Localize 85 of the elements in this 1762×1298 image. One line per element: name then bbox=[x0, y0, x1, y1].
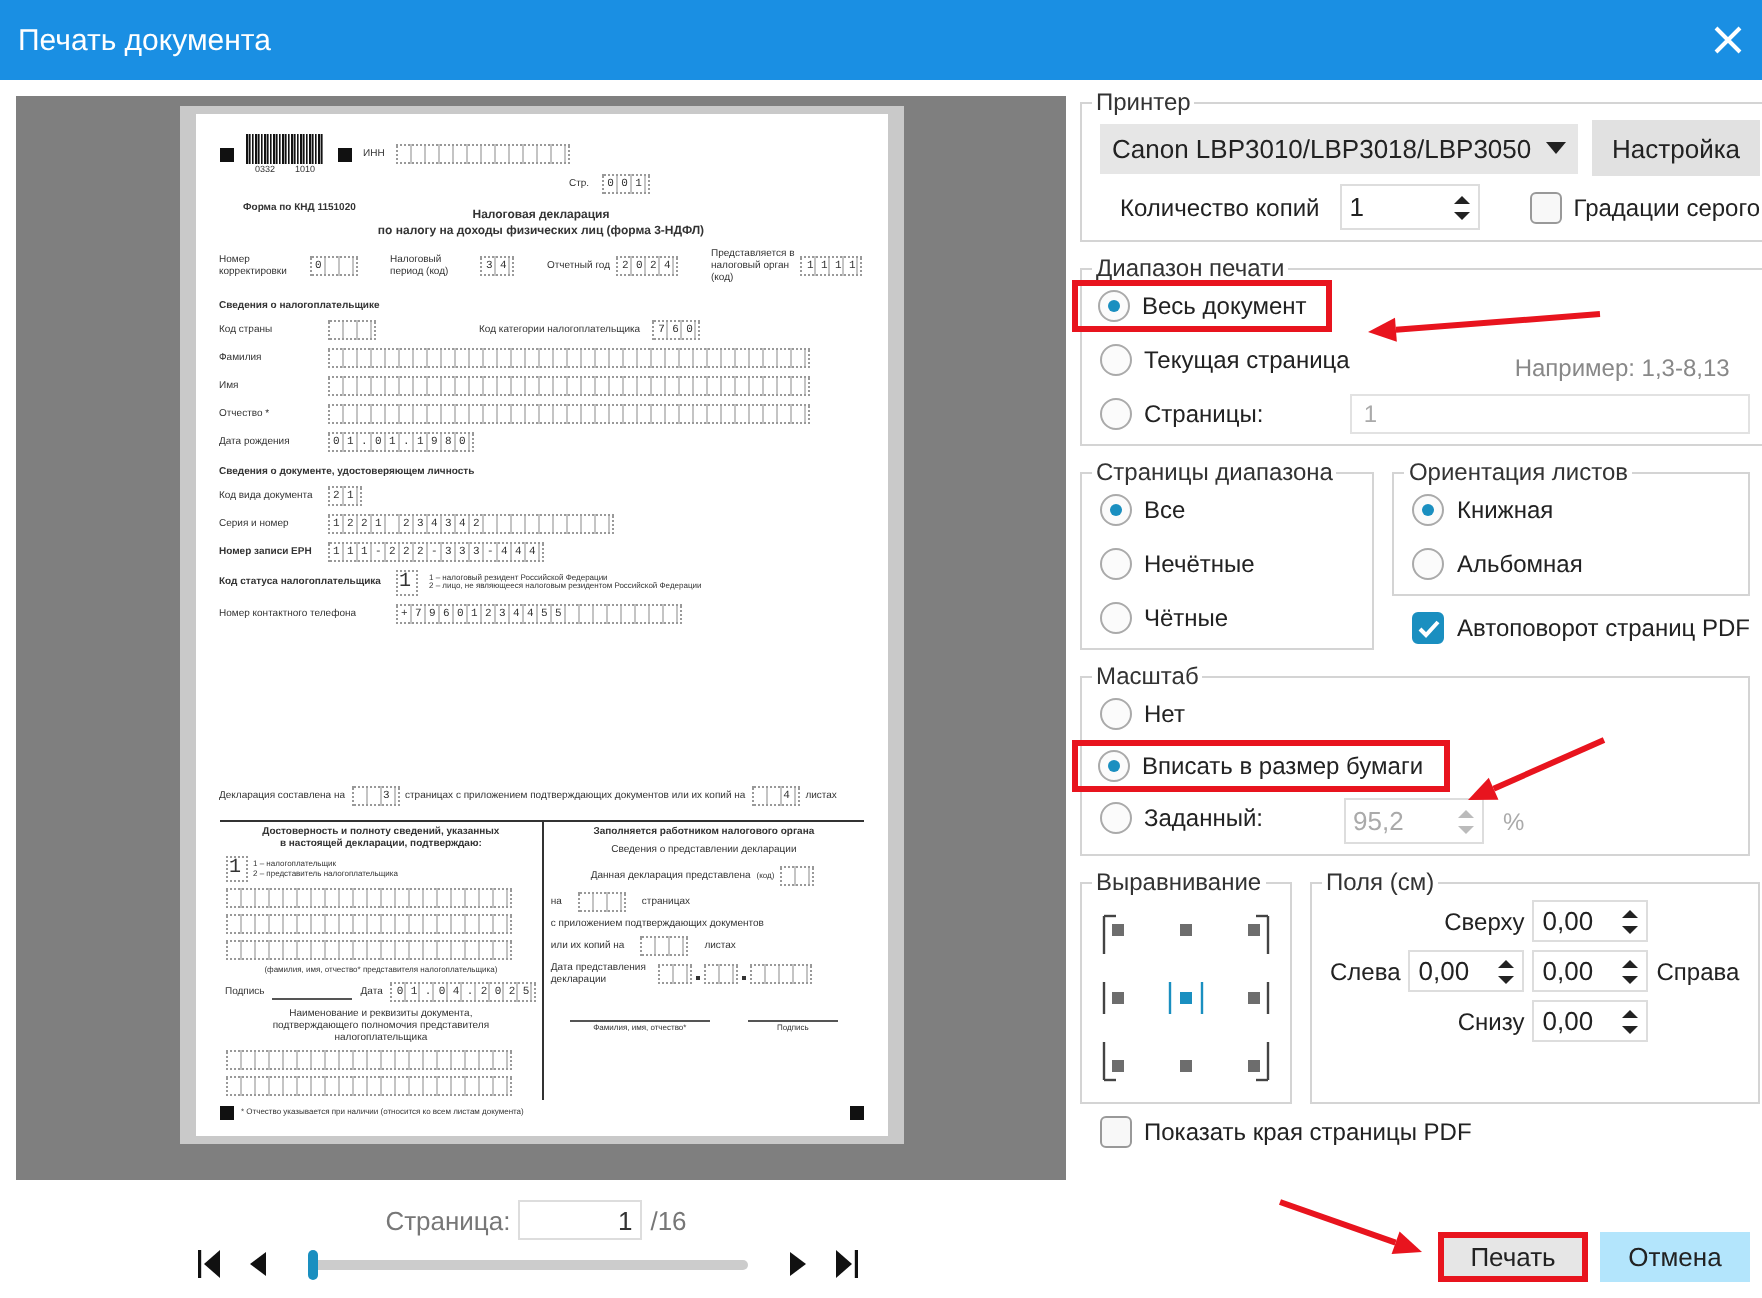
checkbox[interactable] bbox=[1100, 1116, 1132, 1148]
radio-option[interactable]: Текущая страница bbox=[1100, 340, 1350, 380]
group-title: Диапазон печати bbox=[1094, 254, 1287, 282]
radio-option[interactable]: Альбомная bbox=[1412, 544, 1583, 584]
group-title: Страницы диапазона bbox=[1094, 458, 1335, 486]
barcode-icon bbox=[245, 134, 325, 164]
field-label: Слева bbox=[1330, 957, 1401, 985]
group-title: Масштаб bbox=[1094, 662, 1201, 690]
radio-button[interactable] bbox=[1100, 802, 1132, 834]
radio-button[interactable] bbox=[1100, 698, 1132, 730]
radio-option[interactable]: Вписать в размер бумаги bbox=[1098, 746, 1424, 786]
form-field bbox=[703, 964, 738, 985]
spinner-arrows-icon bbox=[1457, 807, 1474, 835]
radio-button[interactable] bbox=[1412, 548, 1445, 580]
annotation-arrow bbox=[1279, 1199, 1422, 1254]
last-page-button[interactable] bbox=[832, 1248, 860, 1280]
printer-dropdown[interactable]: Canon LBP3010/LBP3018/LBP3050 bbox=[1100, 123, 1579, 173]
number-spinner[interactable]: 0,00 bbox=[1408, 950, 1525, 992]
corner-marker-icon bbox=[219, 147, 233, 162]
radio-button[interactable] bbox=[1098, 750, 1130, 782]
form-field bbox=[780, 866, 815, 887]
radio-option[interactable]: Страницы: bbox=[1100, 394, 1264, 434]
spinner-arrows-icon[interactable] bbox=[1622, 957, 1639, 985]
form-field bbox=[657, 964, 692, 985]
number-spinner[interactable]: 0,00 bbox=[1532, 900, 1649, 942]
radio-button[interactable] bbox=[1100, 548, 1132, 580]
slider-thumb[interactable] bbox=[308, 1249, 318, 1279]
checkbox-option[interactable]: Градации серого bbox=[1529, 191, 1761, 223]
setup-button[interactable]: Настройка bbox=[1592, 120, 1761, 176]
form-field bbox=[749, 964, 812, 985]
form-field: 1 bbox=[225, 856, 247, 883]
close-icon[interactable] bbox=[1714, 26, 1742, 54]
form-field bbox=[577, 892, 626, 913]
radio-option[interactable]: Весь документ bbox=[1098, 286, 1307, 326]
window-title: Печать документа bbox=[18, 23, 271, 57]
radio-option[interactable]: Все bbox=[1100, 490, 1186, 530]
form-field: 1 bbox=[395, 569, 417, 596]
first-page-button[interactable] bbox=[196, 1248, 224, 1280]
group-title: Принтер bbox=[1094, 88, 1193, 116]
group-title: Поля (см) bbox=[1324, 868, 1437, 896]
radio-option[interactable]: Нечётные bbox=[1100, 544, 1255, 584]
radio-button[interactable] bbox=[1100, 398, 1132, 430]
field-label: Количество копий bbox=[1120, 193, 1320, 221]
spinner-arrows-icon[interactable] bbox=[1622, 1007, 1639, 1035]
unit-label: % bbox=[1503, 807, 1525, 835]
spinner-arrows-icon[interactable] bbox=[1498, 957, 1515, 985]
spinner-arrows-icon[interactable] bbox=[1453, 193, 1470, 221]
radio-option[interactable]: Заданный: bbox=[1100, 798, 1264, 838]
radio-button[interactable] bbox=[1098, 290, 1130, 322]
page-label: Страница: bbox=[385, 1205, 511, 1235]
number-spinner: 95,2 bbox=[1343, 798, 1484, 844]
radio-option[interactable]: Книжная bbox=[1412, 490, 1554, 530]
caret-icon bbox=[1546, 142, 1567, 154]
corner-marker-icon bbox=[219, 1106, 233, 1120]
corner-marker-icon bbox=[849, 1106, 863, 1120]
number-spinner[interactable]: 1 bbox=[1339, 184, 1480, 230]
checkbox-option[interactable]: Показать края страницы PDF bbox=[1100, 1116, 1750, 1148]
page-slider[interactable] bbox=[308, 1249, 748, 1279]
radio-option[interactable]: Чётные bbox=[1100, 598, 1229, 638]
checkbox[interactable] bbox=[1529, 191, 1562, 223]
spinner-arrows-icon[interactable] bbox=[1622, 907, 1639, 935]
form-field bbox=[327, 319, 375, 340]
page-number-field[interactable]: 1 bbox=[518, 1200, 643, 1240]
radio-button[interactable] bbox=[1100, 602, 1132, 634]
print-button[interactable]: Печать bbox=[1438, 1232, 1588, 1282]
page-count: /16 bbox=[650, 1205, 687, 1235]
number-spinner[interactable]: 0,00 bbox=[1532, 950, 1649, 992]
group-title: Ориентация листов bbox=[1406, 458, 1631, 486]
radio-button[interactable] bbox=[1100, 344, 1132, 376]
pages-field: 1 bbox=[1349, 394, 1750, 434]
form-field bbox=[640, 936, 689, 957]
radio-option[interactable]: Нет bbox=[1100, 694, 1185, 734]
annotation-arrow bbox=[1468, 737, 1606, 800]
number-spinner[interactable]: 0,00 bbox=[1532, 1000, 1649, 1042]
checkbox-option[interactable]: Автоповорот страниц PDF bbox=[1412, 612, 1750, 644]
field-label: Сверху bbox=[1444, 907, 1525, 935]
cancel-button[interactable]: Отмена bbox=[1600, 1232, 1750, 1282]
group-title: Выравнивание bbox=[1094, 868, 1264, 896]
radio-button[interactable] bbox=[1100, 494, 1132, 526]
corner-marker-icon bbox=[337, 147, 351, 162]
radio-button[interactable] bbox=[1412, 494, 1445, 526]
field-label: Снизу bbox=[1457, 1007, 1525, 1035]
hint-text: Например: 1,3-8,13 bbox=[1514, 354, 1730, 382]
field-label: Справа bbox=[1656, 957, 1740, 985]
checkbox[interactable] bbox=[1412, 612, 1445, 644]
